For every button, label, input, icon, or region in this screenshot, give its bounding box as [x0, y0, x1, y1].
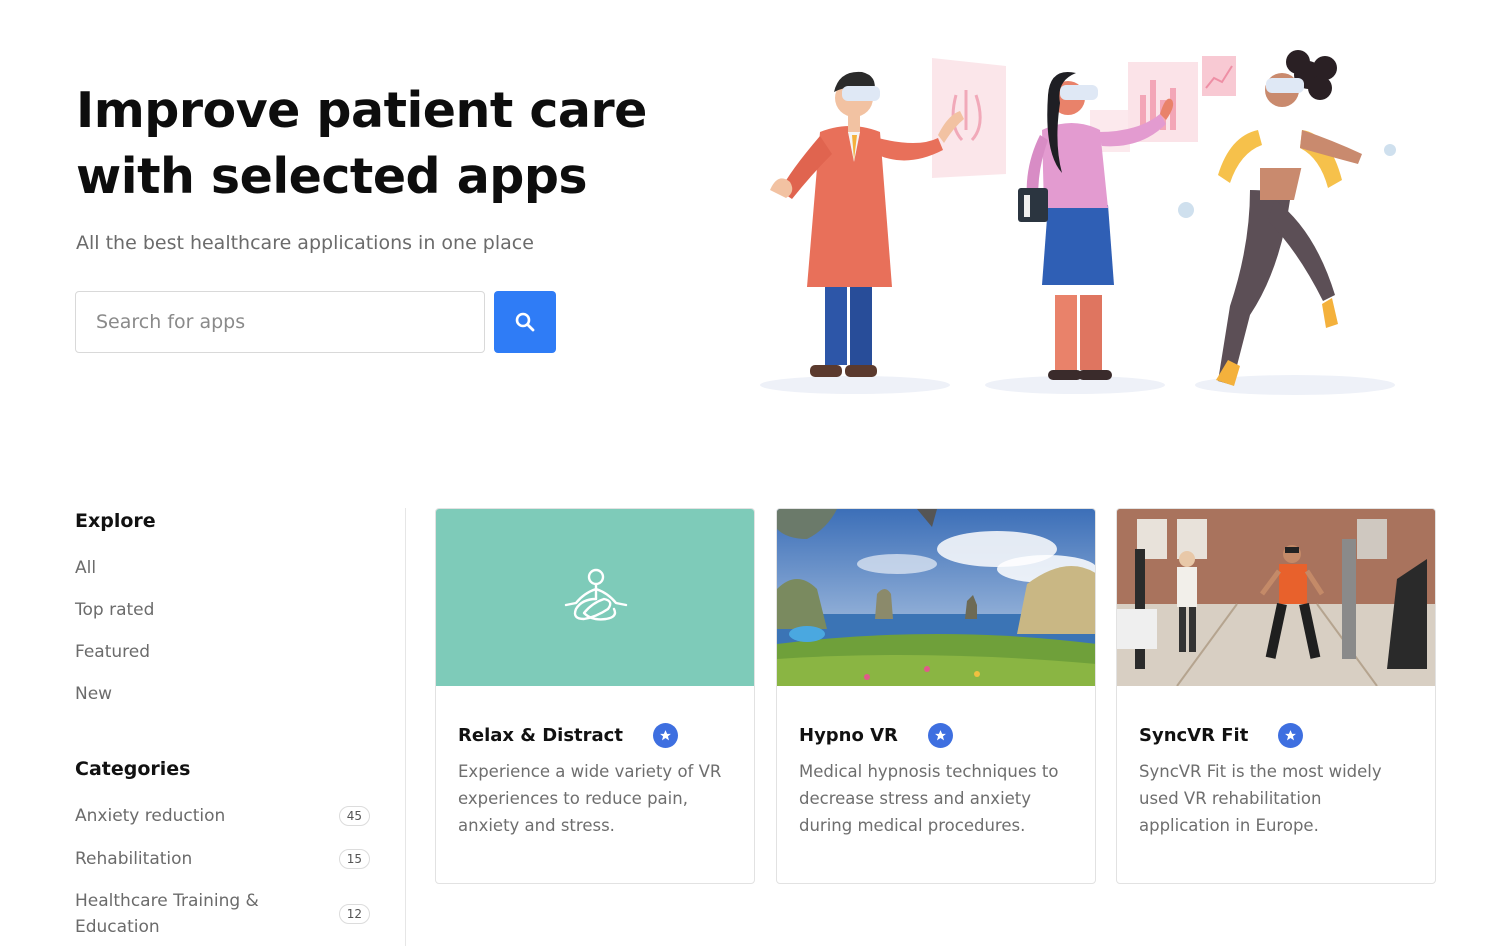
app-title: SyncVR Fit: [1139, 724, 1249, 746]
app-card-media: [777, 509, 1095, 686]
app-card-media: [436, 509, 754, 686]
category-count-badge: 45: [338, 806, 370, 826]
categories-heading: Categories: [75, 758, 191, 780]
category-count-badge: 15: [338, 849, 370, 869]
app-title: Relax & Distract: [458, 724, 623, 746]
nav-item-new[interactable]: New: [75, 684, 112, 704]
nav-item-featured[interactable]: Featured: [75, 642, 150, 662]
search-input[interactable]: [75, 291, 485, 353]
app-card-relax-distract[interactable]: Relax & Distract Experience a wide varie…: [435, 508, 755, 884]
app-card-hypno-vr[interactable]: Hypno VR Medical hypnosis techniques to …: [776, 508, 1096, 884]
page-subtitle: All the best healthcare applications in …: [76, 232, 534, 254]
app-title: Hypno VR: [799, 724, 898, 746]
nav-item-top-rated[interactable]: Top rated: [75, 600, 154, 620]
app-description: Experience a wide variety of VR experien…: [458, 762, 722, 835]
vr-healthcare-illustration: [760, 50, 1396, 395]
app-description: Medical hypnosis techniques to decrease …: [799, 762, 1059, 835]
nav-item-all[interactable]: All: [75, 558, 96, 578]
sidebar-divider: [405, 508, 406, 946]
meditation-icon: [564, 568, 628, 621]
category-label: Rehabilitation: [75, 849, 193, 869]
category-healthcare-training[interactable]: Healthcare Training & Education 12: [75, 888, 370, 940]
gym-photo: [1117, 509, 1435, 686]
category-label: Anxiety reduction: [75, 806, 226, 826]
verified-badge-icon: [927, 722, 953, 748]
landscape-image: [777, 509, 1095, 686]
app-card-media: [1117, 509, 1435, 686]
explore-heading: Explore: [75, 510, 156, 532]
category-count-badge: 12: [338, 904, 370, 924]
search-button[interactable]: [494, 291, 556, 353]
app-description: SyncVR Fit is the most widely used VR re…: [1139, 762, 1382, 835]
search-icon: [515, 312, 535, 332]
page-title: Improve patient care with selected apps: [76, 82, 647, 205]
verified-badge-icon: [652, 722, 678, 748]
category-rehabilitation[interactable]: Rehabilitation 15: [75, 846, 370, 872]
category-label: Healthcare Training & Education: [75, 891, 259, 937]
verified-badge-icon: [1278, 722, 1304, 748]
category-anxiety-reduction[interactable]: Anxiety reduction 45: [75, 803, 370, 829]
app-card-syncvr-fit[interactable]: SyncVR Fit SyncVR Fit is the most widely…: [1116, 508, 1436, 884]
